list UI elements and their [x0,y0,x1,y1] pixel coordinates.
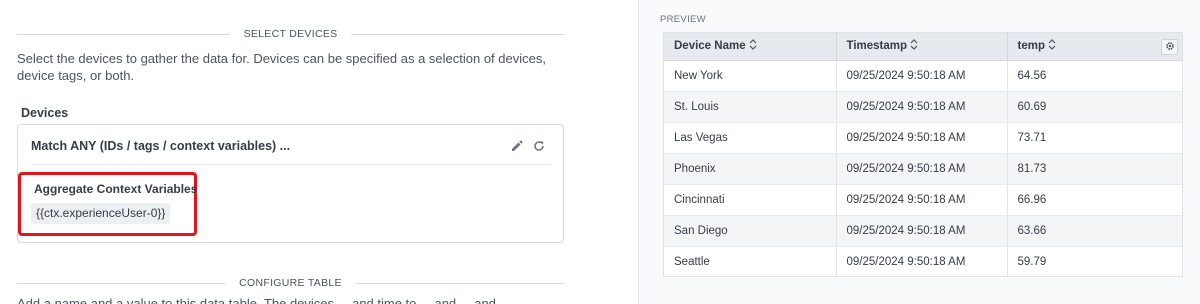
divider [355,282,564,284]
preview-table: Device Name Timestamp temp New York 09/25… [663,32,1183,277]
column-header-device-name[interactable]: Device Name [664,33,837,61]
table-row: Las Vegas 09/25/2024 9:50:18 AM 73.71 [664,122,1182,154]
column-header-label: Device Name [674,40,746,53]
context-variable-tag[interactable]: {{ctx.experienceUser-0}} [31,203,171,224]
column-header-label: temp [1017,40,1045,53]
cell-temp: 64.56 [1007,60,1182,92]
table-row: Phoenix 09/25/2024 9:50:18 AM 81.73 [664,153,1182,185]
cell-device-name: Seattle [664,246,837,276]
match-any-label: Match ANY (IDs / tags / context variable… [31,139,291,153]
cell-timestamp: 09/25/2024 9:50:18 AM [836,215,1008,247]
table-settings-button[interactable] [1161,39,1178,55]
cell-device-name: St. Louis [664,91,837,123]
table-header-row: Device Name Timestamp temp [664,33,1182,61]
column-header-temp[interactable]: temp [1007,33,1182,61]
section-title: CONFIGURE TABLE [239,277,342,289]
select-devices-description: Select the devices to gather the data fo… [17,51,546,83]
section-title: SELECT DEVICES [243,28,338,40]
divider [17,282,226,284]
table-row: New York 09/25/2024 9:50:18 AM 64.56 [664,60,1182,92]
cell-device-name: San Diego [664,215,837,247]
cell-timestamp: 09/25/2024 9:50:18 AM [836,184,1008,216]
divider [351,33,564,35]
cell-temp: 81.73 [1007,153,1182,185]
cell-timestamp: 09/25/2024 9:50:18 AM [836,91,1008,123]
sort-icon[interactable] [910,39,918,53]
configure-table-description: Add a name and a value to this data tabl… [17,296,511,304]
cell-temp: 66.96 [1007,184,1182,216]
table-row: St. Louis 09/25/2024 9:50:18 AM 60.69 [664,91,1182,123]
column-header-timestamp[interactable]: Timestamp [836,33,1008,61]
cell-device-name: Las Vegas [664,122,837,154]
configure-table-header: CONFIGURE TABLE [17,276,564,290]
table-row: San Diego 09/25/2024 9:50:18 AM 63.66 [664,215,1182,247]
cell-temp: 73.71 [1007,122,1182,154]
preview-panel: PREVIEW Device Name Timestamp temp New Y… [639,0,1200,304]
refresh-icon[interactable] [533,140,545,152]
cell-timestamp: 09/25/2024 9:50:18 AM [836,153,1008,185]
aggregate-context-variables-label: Aggregate Context Variables [34,182,198,196]
sort-icon[interactable] [1048,39,1056,53]
cell-temp: 60.69 [1007,91,1182,123]
cell-temp: 59.79 [1007,246,1182,276]
cell-device-name: Cincinnati [664,184,837,216]
pencil-icon[interactable] [511,140,523,152]
divider [17,33,230,35]
devices-label: Devices [21,106,69,120]
select-devices-header: SELECT DEVICES [17,27,564,41]
divider [31,164,550,165]
cell-timestamp: 09/25/2024 9:50:18 AM [836,122,1008,154]
configuration-panel: SELECT DEVICES Select the devices to gat… [0,0,638,304]
table-row: Seattle 09/25/2024 9:50:18 AM 59.79 [664,246,1182,276]
column-header-label: Timestamp [846,40,908,53]
cell-device-name: Phoenix [664,153,837,185]
cell-timestamp: 09/25/2024 9:50:18 AM [836,246,1008,276]
cell-device-name: New York [664,60,837,92]
preview-label: PREVIEW [660,14,706,25]
table-row: Cincinnati 09/25/2024 9:50:18 AM 66.96 [664,184,1182,216]
gear-icon [1165,38,1175,56]
cell-temp: 63.66 [1007,215,1182,247]
sort-icon[interactable] [749,39,757,53]
cell-timestamp: 09/25/2024 9:50:18 AM [836,60,1008,92]
